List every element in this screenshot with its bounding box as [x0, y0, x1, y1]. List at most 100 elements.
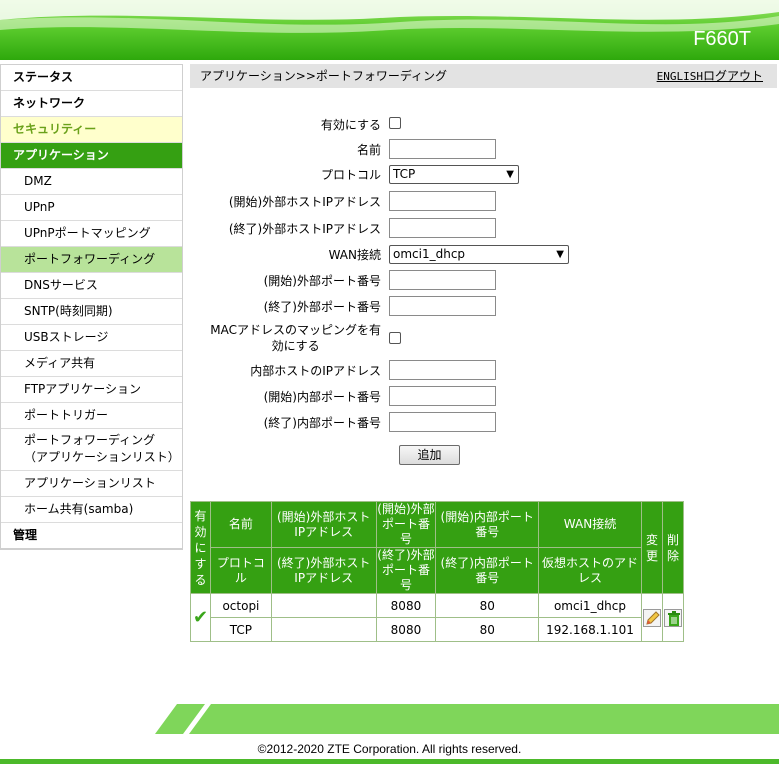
edit-pencil-icon[interactable] [642, 608, 661, 627]
row-name: octopi [209, 593, 272, 618]
english-link[interactable]: ENGLISH [657, 70, 703, 83]
sidebar-subitem-upnp-mapping[interactable]: UPnPポートマッピング [1, 221, 182, 247]
sidebar-subitem-sntp[interactable]: SNTP(時刻同期) [1, 299, 182, 325]
int-port-start-input[interactable] [389, 386, 496, 406]
sidebar-subitem-ftp[interactable]: FTPアプリケーション [1, 377, 182, 403]
col-int-port-start: (開始)内部ポート番号 [435, 501, 540, 548]
header-banner: F660T [0, 0, 779, 60]
name-input[interactable] [389, 139, 496, 159]
mac-mapping-label: MACアドレスのマッピングを有 効にする [210, 323, 381, 353]
ext-host-start-label: (開始)外部ホストIPアドレス [228, 195, 381, 209]
sidebar-nav: ステータス ネットワーク セキュリティー アプリケーション DMZ UPnP U… [0, 64, 183, 550]
col-int-port-end: (終了)内部ポート番号 [435, 547, 540, 594]
sidebar-item-network[interactable]: ネットワーク [1, 91, 182, 117]
ext-host-start-input[interactable] [389, 191, 496, 211]
row-enabled-cell: ✔ [190, 593, 211, 642]
add-button[interactable]: 追加 [399, 445, 460, 465]
form-row-enable: 有効にする [190, 114, 777, 136]
ext-port-start-input[interactable] [389, 270, 496, 290]
check-icon: ✔ [192, 607, 209, 628]
sidebar-subitem-dmz[interactable]: DMZ [1, 169, 182, 195]
form-row-mac-mapping: MACアドレスのマッピングを有 効にする [190, 321, 777, 357]
form-row-ext-port-start: (開始)外部ポート番号 [190, 270, 777, 292]
sidebar-subitem-media-share[interactable]: メディア共有 [1, 351, 182, 377]
int-port-end-input[interactable] [389, 412, 496, 432]
row-int-port-start: 80 [435, 593, 540, 618]
copyright-text: ©2012-2020 ZTE Corporation. All rights r… [257, 742, 522, 756]
form-row-wan: WAN接続 omci1_dhcp ▼ [190, 245, 777, 267]
sidebar-subitem-port-forwarding-app-list[interactable]: ポートフォワーディング（アプリケーションリスト） [1, 429, 182, 471]
ext-host-end-label: (終了)外部ホストIPアドレス [228, 222, 381, 236]
col-ext-port-start: (開始)外部ポート番号 [375, 501, 437, 548]
row-ext-host-start [270, 593, 377, 618]
row-int-port-end: 80 [435, 617, 540, 642]
col-ext-host-start: (開始)外部ホストIPアドレス [270, 501, 377, 548]
form-row-protocol: プロトコル TCP ▼ [190, 165, 777, 187]
row-ext-host-end [270, 617, 377, 642]
trash-icon[interactable] [663, 608, 682, 627]
row-ext-port-end: 8080 [375, 617, 437, 642]
row-wan: omci1_dhcp [538, 593, 642, 618]
form-row-int-port-end: (終了)内部ポート番号 [190, 412, 777, 434]
form-row-ext-port-end: (終了)外部ポート番号 [190, 296, 777, 318]
chevron-down-icon: ▼ [506, 169, 514, 180]
protocol-select[interactable]: TCP ▼ [389, 165, 519, 184]
form-row-int-host: 内部ホストのIPアドレス [190, 360, 777, 382]
sidebar-item-admin[interactable]: 管理 [1, 523, 182, 549]
mac-mapping-checkbox[interactable] [389, 332, 401, 344]
table-row: TCP 8080 80 192.168.1.101 [191, 617, 684, 642]
device-model: F660T [693, 28, 751, 50]
breadcrumb: アプリケーション>>ポートフォワーディング [200, 69, 448, 83]
col-ext-port-end: (終了)外部ポート番号 [375, 547, 437, 594]
protocol-label: プロトコル [320, 168, 381, 182]
col-modify: 変更 [640, 501, 663, 594]
col-enable: 有効にする [190, 501, 211, 594]
form-row-ext-host-end: (終了)外部ホストIPアドレス [190, 218, 777, 240]
sidebar-subitem-app-list[interactable]: アプリケーションリスト [1, 471, 182, 497]
sidebar-item-security[interactable]: セキュリティー [1, 117, 182, 143]
ext-port-start-label: (開始)外部ポート番号 [263, 274, 381, 288]
chevron-down-icon: ▼ [556, 249, 564, 260]
col-ext-host-end: (終了)外部ホストIPアドレス [270, 547, 377, 594]
form-row-name: 名前 [190, 139, 777, 161]
top-links: ENGLISHログアウト [657, 64, 763, 89]
ext-port-end-input[interactable] [389, 296, 496, 316]
col-wan: WAN接続 [538, 501, 642, 548]
enable-checkbox[interactable] [389, 117, 401, 129]
sidebar-subitem-upnp[interactable]: UPnP [1, 195, 182, 221]
form-row-ext-host-start: (開始)外部ホストIPアドレス [190, 191, 777, 213]
ext-port-end-label: (終了)外部ポート番号 [263, 300, 381, 314]
name-label: 名前 [356, 143, 381, 157]
col-protocol: プロトコル [209, 547, 272, 594]
protocol-selected: TCP [393, 167, 416, 181]
wan-selected: omci1_dhcp [393, 247, 466, 261]
footer-line [0, 759, 779, 764]
enable-label: 有効にする [320, 118, 381, 132]
sidebar-subitem-samba[interactable]: ホーム共有(samba) [1, 497, 182, 523]
sidebar-subitem-port-trigger[interactable]: ポートトリガー [1, 403, 182, 429]
logout-link[interactable]: ログアウト [703, 69, 763, 83]
ext-host-end-input[interactable] [389, 218, 496, 238]
sidebar-subitem-dns[interactable]: DNSサービス [1, 273, 182, 299]
header-wave-decoration [0, 0, 779, 33]
col-delete: 削除 [661, 501, 685, 594]
row-modify-cell [640, 593, 663, 642]
sidebar-subitem-usb-storage[interactable]: USBストレージ [1, 325, 182, 351]
row-ext-port-start: 8080 [375, 593, 437, 618]
int-port-end-label: (終了)内部ポート番号 [263, 416, 381, 430]
int-host-label: 内部ホストのIPアドレス [250, 364, 381, 378]
sidebar-subitem-port-forwarding[interactable]: ポートフォワーディング [1, 247, 182, 273]
table-row: ✔ octopi 8080 80 omci1_dhcp [190, 593, 685, 642]
row-protocol: TCP [209, 617, 272, 642]
row-delete-cell [661, 593, 685, 642]
sidebar-item-status[interactable]: ステータス [1, 65, 182, 91]
col-virtual-host: 仮想ホストのアドレス [538, 547, 642, 594]
row-virtual-host: 192.168.1.101 [538, 617, 642, 642]
int-port-start-label: (開始)内部ポート番号 [263, 390, 381, 404]
int-host-input[interactable] [389, 360, 496, 380]
footer-decoration [155, 704, 779, 734]
port-forwarding-table: 有効にする 名前 (開始)外部ホストIPアドレス (開始)外部ポート番号 (開始… [190, 501, 685, 642]
wan-select[interactable]: omci1_dhcp ▼ [389, 245, 569, 264]
col-name: 名前 [209, 501, 272, 548]
sidebar-item-application[interactable]: アプリケーション [1, 143, 182, 169]
